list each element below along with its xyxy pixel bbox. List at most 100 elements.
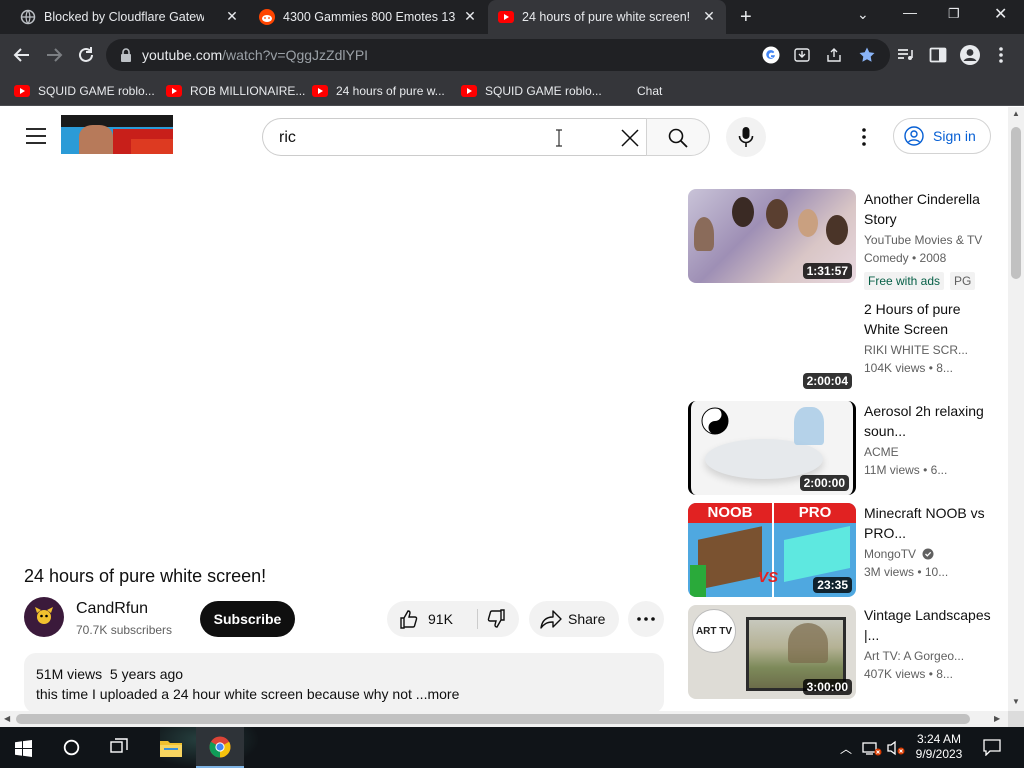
bookmark-item[interactable]: ROB MILLIONAIRE...	[166, 82, 305, 100]
search-button[interactable]	[646, 118, 710, 156]
voice-search-button[interactable]	[726, 117, 766, 157]
close-window-button[interactable]: ✕	[994, 4, 1007, 24]
recommendation-item[interactable]: 2:00:04 2 Hours of pure White Screen RIK…	[688, 299, 998, 395]
chevron-up-icon[interactable]: ︿	[840, 740, 852, 757]
scrollbar-thumb[interactable]	[1011, 127, 1021, 279]
address-bar[interactable]: youtube.com/watch?v=QggJzZdlYPI	[106, 39, 890, 71]
scroll-right-arrow-icon[interactable]: ▶	[994, 714, 1000, 723]
youtube-icon	[166, 85, 182, 97]
video-duration: 1:31:57	[802, 263, 852, 279]
description-meta: 51M views 5 years ago	[36, 666, 183, 682]
side-panel-icon[interactable]	[928, 45, 948, 65]
scrollbar-thumb[interactable]	[16, 714, 970, 724]
install-icon[interactable]	[794, 47, 810, 63]
close-icon[interactable]: ✕	[702, 9, 716, 23]
vs-label: VS	[758, 569, 779, 586]
back-arrow-icon[interactable]	[11, 44, 33, 66]
close-icon[interactable]: ✕	[225, 9, 239, 23]
hamburger-menu-icon[interactable]	[26, 128, 46, 144]
more-actions-button[interactable]	[628, 601, 664, 637]
channel-name[interactable]: YouTube Movies & TV	[864, 233, 988, 247]
like-button[interactable]: 91K	[387, 601, 477, 637]
avatar[interactable]	[24, 597, 64, 637]
scroll-down-arrow-icon[interactable]: ▼	[1012, 697, 1020, 706]
globe-icon	[20, 9, 36, 25]
video-duration: 3:00:00	[802, 679, 852, 695]
system-clock[interactable]: 3:24 AM 9/9/2023	[912, 732, 966, 762]
reload-icon[interactable]	[75, 44, 97, 66]
recommendation-item[interactable]: ART TV 3:00:00 Vintage Landscapes |... A…	[688, 605, 998, 701]
video-thumbnail[interactable]: 2:00:04	[688, 299, 856, 393]
vertical-scrollbar[interactable]: ▲ ▼	[1008, 107, 1024, 711]
bookmark-item[interactable]: 24 hours of pure w...	[312, 82, 445, 100]
video-thumbnail[interactable]: 2:00:00	[688, 401, 856, 495]
tab-strip: Blocked by Cloudflare Gateway ✕ 4300 Gam…	[0, 0, 1024, 34]
bookmark-item[interactable]: SQUID GAME roblo...	[14, 82, 155, 100]
tab-reddit[interactable]: 4300 Gammies 800 Emotes 131 F ✕	[245, 0, 489, 34]
description-box[interactable]: 51M views 5 years ago this time I upload…	[24, 653, 664, 713]
recommendation-item[interactable]: 1:31:57 Another Cinderella Story YouTube…	[688, 189, 998, 290]
upload-age: 5 years ago	[109, 666, 184, 682]
video-title[interactable]: Minecraft NOOB vs PRO...	[864, 503, 992, 543]
search-input[interactable]: ric	[262, 118, 647, 156]
task-view-icon[interactable]	[110, 738, 130, 756]
recommendation-item[interactable]: NOOB PRO VS 23:35 Minecraft NOOB vs PRO.…	[688, 503, 998, 599]
channel-name[interactable]: Art TV: A Gorgeo...	[864, 649, 988, 663]
new-tab-button[interactable]: +	[740, 6, 752, 29]
channel-name[interactable]: RIKI WHITE SCR...	[864, 343, 988, 357]
bookmark-item-chat[interactable]: Chat	[637, 82, 662, 100]
sign-in-label: Sign in	[933, 128, 976, 144]
scroll-up-arrow-icon[interactable]: ▲	[1012, 109, 1020, 118]
horizontal-scrollbar[interactable]: ◀ ▶	[0, 711, 1008, 727]
network-icon[interactable]	[862, 740, 882, 756]
lock-icon[interactable]	[120, 48, 132, 62]
profile-icon[interactable]	[959, 44, 981, 66]
restore-button[interactable]: ❐	[948, 6, 960, 22]
recommendation-item[interactable]: 2:00:00 Aerosol 2h relaxing soun... ACME…	[688, 401, 998, 497]
cortana-search-icon[interactable]	[63, 739, 80, 756]
windows-start-icon[interactable]	[15, 740, 32, 757]
media-control-icon[interactable]	[895, 45, 915, 65]
clear-search-icon[interactable]	[621, 129, 639, 147]
subscribe-button[interactable]: Subscribe	[200, 601, 295, 637]
minimize-button[interactable]: —	[903, 4, 917, 20]
google-icon[interactable]	[762, 46, 780, 64]
settings-dots-icon[interactable]	[860, 127, 868, 147]
bookmark-star-icon[interactable]	[858, 46, 876, 64]
url-text: youtube.com/watch?v=QggJzZdlYPI	[142, 47, 369, 63]
channel-name[interactable]: ACME	[864, 445, 988, 459]
forward-arrow-icon[interactable]	[43, 44, 65, 66]
video-title[interactable]: Vintage Landscapes |...	[864, 605, 992, 645]
more-link[interactable]: ...more	[416, 686, 460, 702]
description-text: this time I uploaded a 24 hour white scr…	[36, 686, 460, 702]
tab-youtube[interactable]: 24 hours of pure white screen! - Y ✕	[488, 0, 726, 34]
file-explorer-icon[interactable]	[160, 738, 182, 757]
chrome-taskbar-button[interactable]	[196, 727, 244, 768]
sign-in-button[interactable]: Sign in	[893, 118, 991, 154]
video-meta: 407K views • 8...	[864, 667, 953, 681]
chevron-down-icon[interactable]: ⌄	[857, 6, 869, 23]
tab-cloudflare[interactable]: Blocked by Cloudflare Gateway ✕	[0, 0, 245, 34]
video-title[interactable]: Aerosol 2h relaxing soun...	[864, 401, 992, 441]
video-player[interactable]	[0, 167, 680, 557]
channel-name[interactable]: MongoTV	[864, 547, 988, 561]
share-button[interactable]: Share	[529, 601, 619, 637]
bookmark-item[interactable]: SQUID GAME roblo...	[461, 82, 602, 100]
video-title[interactable]: Another Cinderella Story	[864, 189, 992, 229]
rating-badge: PG	[950, 272, 976, 290]
video-thumbnail[interactable]: NOOB PRO VS 23:35	[688, 503, 856, 597]
doodle-logo[interactable]	[61, 115, 173, 154]
video-title[interactable]: 2 Hours of pure White Screen	[864, 299, 992, 339]
video-thumbnail[interactable]: ART TV 3:00:00	[688, 605, 856, 699]
volume-muted-icon[interactable]	[886, 740, 906, 756]
notifications-icon[interactable]	[983, 739, 1001, 756]
dislike-button[interactable]	[478, 601, 519, 637]
close-icon[interactable]: ✕	[463, 9, 477, 23]
video-thumbnail[interactable]: 1:31:57	[688, 189, 856, 283]
chrome-icon	[209, 736, 231, 758]
share-icon[interactable]	[826, 47, 842, 63]
scroll-left-arrow-icon[interactable]: ◀	[4, 714, 10, 723]
channel-name[interactable]: CandRfun	[76, 600, 148, 618]
menu-dots-icon[interactable]	[993, 45, 1009, 65]
tab-title: 24 hours of pure white screen! - Y	[522, 10, 692, 24]
